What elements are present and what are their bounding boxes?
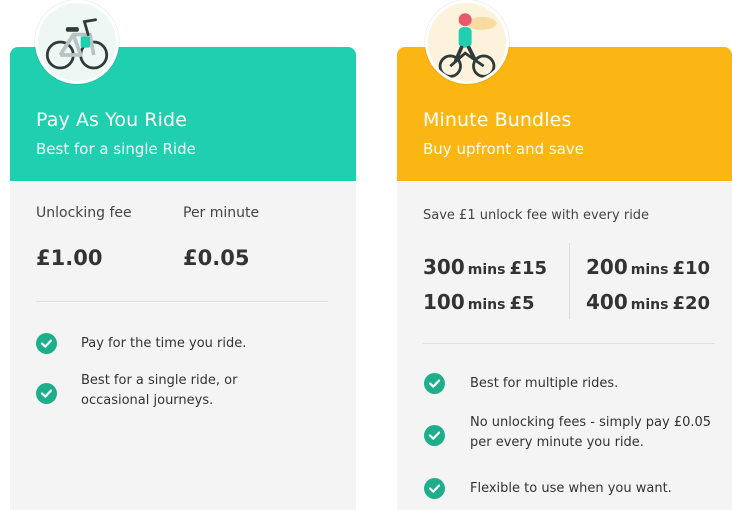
minute-bundles-card: Minute Bundles Buy upfront and save Save… <box>397 0 732 510</box>
per-minute-price: £0.05 <box>183 246 250 270</box>
pay-as-you-ride-card: Pay As You Ride Best for a single Ride U… <box>10 0 356 510</box>
bundle-300: 300 mins £15 <box>423 255 548 279</box>
per-minute-label: Per minute <box>183 205 260 221</box>
check-icon <box>424 373 445 394</box>
bundle-400: 400 mins £20 <box>586 290 711 314</box>
unlocking-fee-label: Unlocking fee <box>36 205 132 221</box>
feature-item: Pay for the time you ride. <box>81 336 247 351</box>
divider <box>36 301 328 302</box>
check-icon <box>424 425 445 446</box>
pay-as-you-ride-body: Unlocking fee £1.00 Per minute £0.05 Pay… <box>10 181 356 510</box>
rider-illustration-icon <box>425 0 509 84</box>
card-subtitle: Buy upfront and save <box>423 140 585 158</box>
saving-note: Save £1 unlock fee with every ride <box>423 208 650 223</box>
card-title: Pay As You Ride <box>36 109 187 131</box>
minute-bundles-body: Save £1 unlock fee with every ride 300 mi… <box>397 181 732 510</box>
bundle-separator <box>569 243 570 319</box>
card-title: Minute Bundles <box>423 109 572 131</box>
card-subtitle: Best for a single Ride <box>36 140 196 158</box>
unlocking-fee-price: £1.00 <box>36 246 103 270</box>
check-icon <box>36 383 57 404</box>
bike-illustration-icon <box>35 0 119 84</box>
feature-item: Best for a single ride, or occasional jo… <box>81 373 238 408</box>
check-icon <box>424 478 445 499</box>
feature-item: Best for multiple rides. <box>470 376 619 391</box>
feature-item: Flexible to use when you want. <box>470 481 672 496</box>
divider <box>423 343 715 344</box>
feature-item: No unlocking fees - simply pay £0.05 per… <box>470 415 712 450</box>
bundle-200: 200 mins £10 <box>586 255 711 279</box>
bundle-100: 100 mins £5 <box>423 290 535 314</box>
check-icon <box>36 333 57 354</box>
